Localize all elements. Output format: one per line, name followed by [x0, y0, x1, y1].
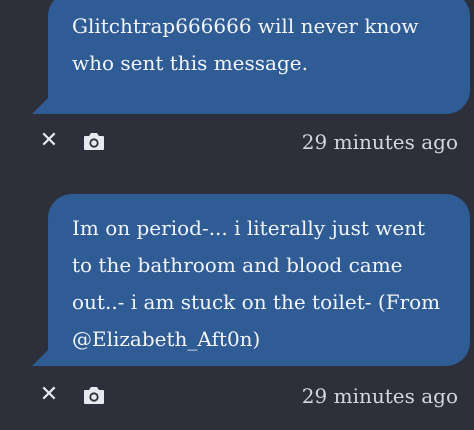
- bubble-tail: [32, 94, 52, 114]
- camera-icon[interactable]: [82, 384, 106, 406]
- message-bubble: Im on period-... i literally just went t…: [48, 194, 470, 366]
- message-bubble: Glitchtrap666666 will never know who sen…: [48, 0, 470, 114]
- message-timestamp: 29 minutes ago: [301, 384, 458, 408]
- camera-icon[interactable]: [82, 130, 106, 152]
- message-feed: Glitchtrap666666 will never know who sen…: [0, 0, 474, 430]
- message-text: Im on period-... i literally just went t…: [72, 216, 441, 351]
- close-icon[interactable]: ✕: [38, 384, 60, 406]
- message-actions: ✕ 29 minutes ago: [0, 124, 474, 160]
- bubble-tail: [32, 346, 52, 366]
- message-timestamp: 29 minutes ago: [301, 130, 458, 154]
- message-text: Glitchtrap666666 will never know who sen…: [72, 14, 419, 75]
- close-icon[interactable]: ✕: [38, 130, 60, 152]
- message-actions: ✕ 29 minutes ago: [0, 378, 474, 414]
